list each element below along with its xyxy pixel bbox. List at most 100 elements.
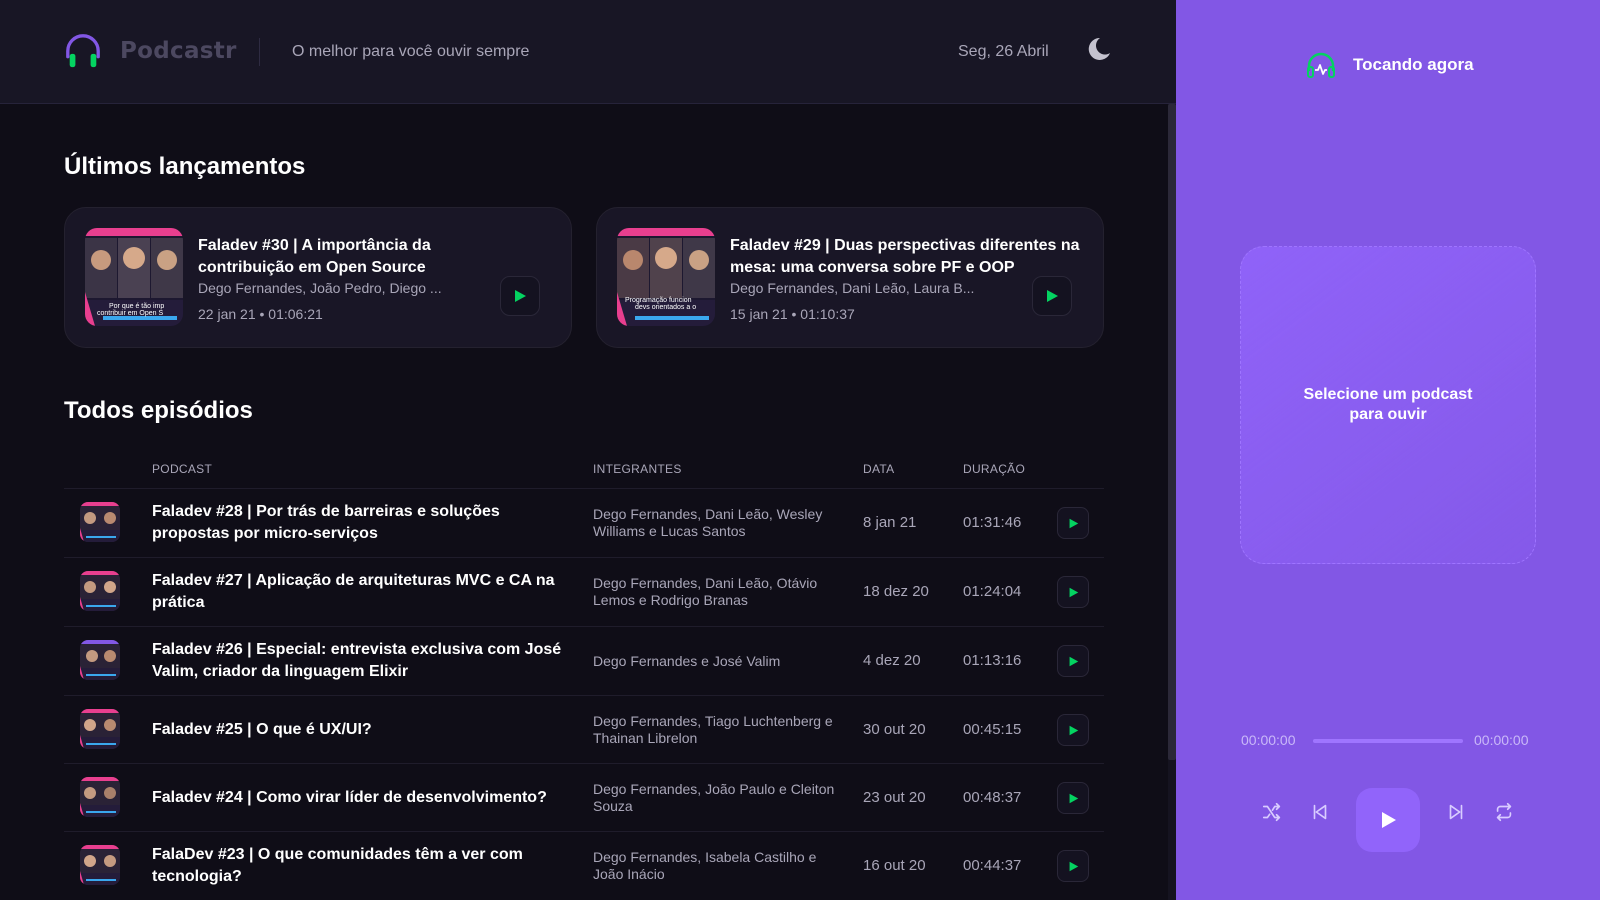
episode-duration: 01:06:21 bbox=[268, 306, 323, 322]
moon-icon[interactable] bbox=[1086, 36, 1112, 62]
episode-date: 15 jan 21 bbox=[730, 306, 788, 322]
main-content: Podcastr O melhor para você ouvir sempre… bbox=[0, 0, 1176, 900]
play-icon bbox=[1069, 793, 1078, 803]
episode-date: 18 dez 20 bbox=[863, 583, 929, 600]
episode-members: Dego Fernandes, João Pedro, Diego ... bbox=[198, 280, 442, 296]
episode-duration: 00:48:37 bbox=[963, 789, 1022, 806]
repeat-button[interactable] bbox=[1492, 800, 1516, 824]
play-icon bbox=[515, 290, 526, 302]
episode-thumbnail bbox=[80, 571, 120, 611]
current-date: Seg, 26 Abril bbox=[958, 43, 1049, 60]
episode-duration: 01:13:16 bbox=[963, 652, 1022, 669]
play-button[interactable] bbox=[1057, 645, 1089, 677]
previous-icon bbox=[1313, 804, 1327, 820]
thumbnail-image bbox=[80, 571, 120, 611]
episode-title[interactable]: Faladev #24 | Como virar líder de desenv… bbox=[152, 776, 572, 820]
latest-episode-card[interactable]: Por que é tão imp contribuir em Open S F… bbox=[64, 207, 572, 348]
thumbnail-image bbox=[80, 845, 120, 885]
thumbnail-text: Por que é tão imp bbox=[109, 303, 164, 310]
play-button[interactable] bbox=[1032, 276, 1072, 316]
episode-title[interactable]: Faladev #26 | Especial: entrevista exclu… bbox=[152, 639, 572, 683]
play-icon bbox=[1382, 812, 1396, 828]
shuffle-icon bbox=[1262, 802, 1281, 822]
main-play-button[interactable] bbox=[1356, 788, 1420, 852]
header: Podcastr O melhor para você ouvir sempre… bbox=[0, 0, 1176, 104]
episode-date: 23 out 20 bbox=[863, 789, 926, 806]
column-header-members: INTEGRANTES bbox=[593, 462, 682, 476]
episode-thumbnail bbox=[80, 640, 120, 680]
latest-releases-title: Últimos lançamentos bbox=[64, 153, 306, 180]
episode-thumbnail: Por que é tão imp contribuir em Open S bbox=[85, 228, 183, 326]
thumbnail-text: Programação funcion bbox=[625, 297, 692, 304]
episode-thumbnail bbox=[80, 845, 120, 885]
episode-members: Dego Fernandes, Dani Leão, Otávio Lemos … bbox=[593, 575, 818, 608]
column-header-date: DATA bbox=[863, 462, 895, 476]
episode-meta: 22 jan 21 • 01:06:21 bbox=[198, 306, 323, 322]
thumbnail-text: contribuir em Open S bbox=[97, 310, 163, 317]
episode-members: Dego Fernandes e José Valim bbox=[593, 652, 781, 669]
episode-title[interactable]: Faladev #30 | A importância da contribui… bbox=[198, 235, 498, 279]
play-button[interactable] bbox=[1057, 507, 1089, 539]
play-button[interactable] bbox=[1057, 576, 1089, 608]
next-icon bbox=[1449, 804, 1463, 820]
play-icon bbox=[1069, 587, 1078, 597]
empty-player-placeholder: Selecione um podcast para ouvir bbox=[1240, 246, 1536, 564]
episode-date: 16 out 20 bbox=[863, 857, 926, 874]
thumbnail-text: devs orientados a o bbox=[635, 304, 696, 311]
episode-date: 22 jan 21 bbox=[198, 306, 256, 322]
next-button[interactable] bbox=[1444, 800, 1468, 824]
table-row[interactable]: Faladev #26 | Especial: entrevista exclu… bbox=[64, 626, 1104, 694]
now-playing-label: Tocando agora bbox=[1353, 55, 1474, 74]
play-icon bbox=[1069, 725, 1078, 735]
progress-slider[interactable] bbox=[1313, 739, 1463, 743]
episode-thumbnail bbox=[80, 777, 120, 817]
thumbnail-image: Por que é tão imp contribuir em Open S bbox=[85, 228, 183, 326]
episode-title[interactable]: Faladev #27 | Aplicação de arquiteturas … bbox=[152, 570, 572, 614]
column-header-podcast: PODCAST bbox=[152, 462, 213, 476]
episode-members: Dego Fernandes, Dani Leão, Wesley Willia… bbox=[593, 506, 823, 539]
column-header-duration: DURAÇÃO bbox=[963, 462, 1026, 476]
episode-date: 30 out 20 bbox=[863, 721, 926, 738]
table-row[interactable]: Faladev #25 | O que é UX/UI? Dego Fernan… bbox=[64, 695, 1104, 763]
play-icon bbox=[1069, 518, 1078, 528]
table-row[interactable]: Faladev #24 | Como virar líder de desenv… bbox=[64, 763, 1104, 831]
episode-duration: 01:24:04 bbox=[963, 583, 1022, 600]
play-button[interactable] bbox=[1057, 782, 1089, 814]
shuffle-button[interactable] bbox=[1260, 800, 1284, 824]
thumbnail-image bbox=[80, 777, 120, 817]
episode-duration: 00:45:15 bbox=[963, 721, 1022, 738]
play-button[interactable] bbox=[500, 276, 540, 316]
episode-title[interactable]: Faladev #28 | Por trás de barreiras e so… bbox=[152, 501, 572, 545]
episode-meta: 15 jan 21 • 01:10:37 bbox=[730, 306, 855, 322]
episode-date: 8 jan 21 bbox=[863, 514, 917, 531]
thumbnail-image: Programação funcion devs orientados a o bbox=[617, 228, 715, 326]
previous-button[interactable] bbox=[1308, 800, 1332, 824]
table-row[interactable]: Faladev #27 | Aplicação de arquiteturas … bbox=[64, 557, 1104, 625]
header-divider bbox=[259, 38, 260, 66]
current-time: 00:00:00 bbox=[1241, 732, 1296, 748]
thumbnail-image bbox=[80, 640, 120, 680]
total-time: 00:00:00 bbox=[1474, 732, 1529, 748]
thumbnail-image bbox=[80, 709, 120, 749]
table-row[interactable]: FalaDev #23 | O que comunidades têm a ve… bbox=[64, 831, 1104, 899]
repeat-icon bbox=[1496, 802, 1512, 822]
latest-episode-card[interactable]: Programação funcion devs orientados a o … bbox=[596, 207, 1104, 348]
episode-duration: 00:44:37 bbox=[963, 857, 1022, 874]
episode-thumbnail: Programação funcion devs orientados a o bbox=[617, 228, 715, 326]
episode-title[interactable]: FalaDev #23 | O que comunidades têm a ve… bbox=[152, 844, 572, 888]
play-button[interactable] bbox=[1057, 714, 1089, 746]
episode-date: 4 dez 20 bbox=[863, 652, 921, 669]
table-row[interactable]: Faladev #28 | Por trás de barreiras e so… bbox=[64, 488, 1104, 556]
episode-thumbnail bbox=[80, 502, 120, 542]
scrollbar-thumb[interactable] bbox=[1168, 104, 1176, 760]
meta-separator: • bbox=[259, 306, 265, 322]
episode-members: Dego Fernandes, Dani Leão, Laura B... bbox=[730, 280, 975, 296]
episode-members: Dego Fernandes, Tiago Luchtenberg e Thai… bbox=[593, 713, 833, 746]
all-episodes-title: Todos episódios bbox=[64, 397, 253, 424]
play-button[interactable] bbox=[1057, 850, 1089, 882]
episode-title[interactable]: Faladev #29 | Duas perspectivas diferent… bbox=[730, 235, 1085, 279]
episode-title[interactable]: Faladev #25 | O que é UX/UI? bbox=[152, 708, 572, 752]
play-icon bbox=[1069, 861, 1078, 871]
podcastr-app: Podcastr O melhor para você ouvir sempre… bbox=[0, 0, 1600, 900]
play-icon bbox=[1047, 290, 1058, 302]
